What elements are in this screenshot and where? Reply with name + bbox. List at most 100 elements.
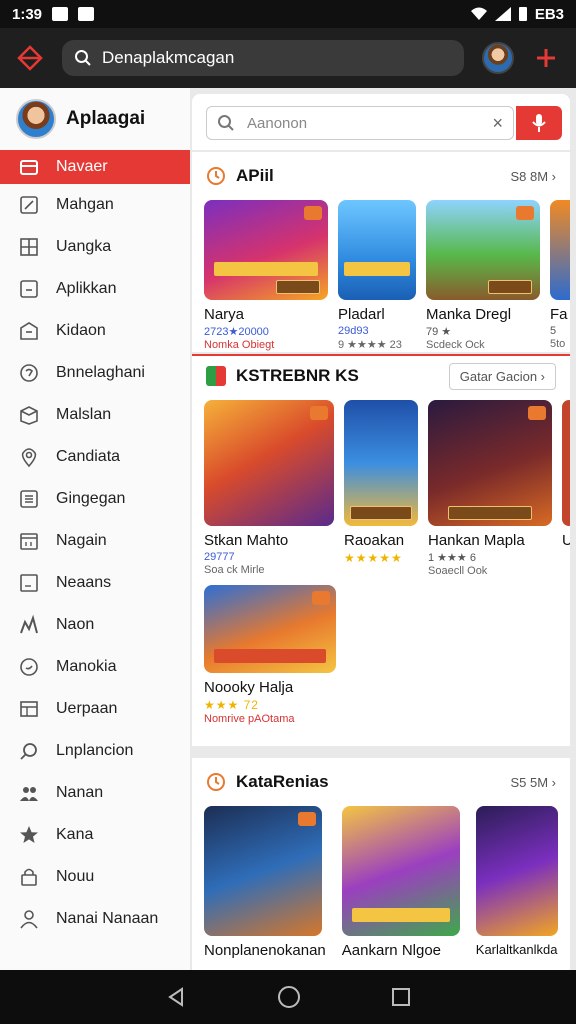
app-rating: 2723★20000 <box>204 326 269 338</box>
app-name: Aankarn Nlgoe <box>341 942 442 959</box>
sidebar-item[interactable]: Nouu <box>0 856 190 898</box>
app-card[interactable]: Manka Dregl 79 ★ Scdeck Ock <box>426 200 540 351</box>
sidebar-item-label: Gingegan <box>56 490 126 507</box>
recents-icon[interactable] <box>391 987 411 1007</box>
top-search-input[interactable]: Denaplakmcagan <box>62 40 464 76</box>
game-thumbnail <box>204 585 336 673</box>
gift-icon <box>206 366 226 386</box>
section-1: APiil S8 8M › Narya 2723★20000 Nomka Obi… <box>192 152 570 352</box>
app-name: Narya <box>204 306 245 323</box>
grid-icon <box>18 236 40 258</box>
top-search-text: Denaplakmcagan <box>102 48 235 67</box>
game-thumbnail <box>344 400 418 526</box>
sidebar-item[interactable]: Mahgan <box>0 184 190 226</box>
app-card[interactable]: Stkan Mahto 29777 Soa ck Mirle <box>204 400 334 577</box>
app-name: Raoakan <box>344 532 405 549</box>
sidebar-item[interactable]: Aplikkan <box>0 268 190 310</box>
app-card[interactable]: Karlaltkanlkda <box>475 806 558 959</box>
app-developer: Nomka Obiegt <box>204 339 275 351</box>
app-card[interactable]: Noooky Halja ★★★ 72 Nomrive pAOtama <box>204 585 336 725</box>
building-icon <box>18 320 40 342</box>
section-1-title: APiil <box>236 166 274 185</box>
app-name: Pladarl <box>338 306 385 323</box>
game-thumbnail <box>341 806 460 936</box>
sidebar-header: Aplaagai <box>0 88 190 150</box>
calendar-icon <box>18 530 40 552</box>
app-rating: 29777 <box>204 551 235 563</box>
note-icon <box>18 572 40 594</box>
search-icon <box>218 115 234 131</box>
sidebar-item-label: Nanai Nanaan <box>56 910 159 927</box>
list-icon <box>18 488 40 510</box>
search-icon <box>75 50 91 66</box>
section-2-title: KSTREBNR KS <box>236 366 359 385</box>
voice-search-button[interactable] <box>516 106 562 140</box>
sidebar-avatar[interactable] <box>16 99 56 139</box>
sidebar-item[interactable]: Bnnelaghani <box>0 352 190 394</box>
sidebar-item[interactable]: Kana <box>0 814 190 856</box>
sidebar-item[interactable]: Uangka <box>0 226 190 268</box>
section-1-header: APiil S8 8M › <box>192 152 570 200</box>
sidebar-item[interactable]: Navaer <box>0 150 190 184</box>
app-name: U <box>562 532 570 549</box>
app-card[interactable]: Fa 5 5to <box>550 200 570 351</box>
app-card[interactable]: Nonplanenokanan <box>204 806 326 959</box>
app-logo-icon[interactable] <box>10 38 50 78</box>
person-icon <box>18 908 40 930</box>
table-icon <box>18 698 40 720</box>
clear-icon[interactable]: × <box>492 113 503 134</box>
sidebar-item[interactable]: Neaans <box>0 562 190 604</box>
battery-text: EB3 <box>534 5 564 23</box>
clock-icon <box>207 773 225 791</box>
sidebar-item[interactable]: Lnplancion <box>0 730 190 772</box>
section-2-more-button[interactable]: Gatar Gacion › <box>448 362 556 390</box>
sidebar-item[interactable]: Manokia <box>0 646 190 688</box>
app-card[interactable]: Pladarl 29d93 9 ★★★★ 23 <box>338 200 416 351</box>
content-search-placeholder: Aanonon <box>247 114 308 132</box>
sidebar-item-label: Uangka <box>56 238 112 255</box>
game-thumbnail <box>428 400 552 526</box>
section-2: KSTREBNR KS Gatar Gacion › Stkan Mahto 2… <box>192 356 570 746</box>
game-thumbnail <box>338 200 416 300</box>
sidebar-item[interactable]: Gingegan <box>0 478 190 520</box>
game-thumbnail <box>550 200 570 300</box>
avatar[interactable] <box>482 42 514 74</box>
app-card[interactable]: Narya 2723★20000 Nomka Obiegt <box>204 200 328 351</box>
sidebar-item[interactable]: Nanan <box>0 772 190 814</box>
app-rating: ★★★★★ <box>344 551 403 565</box>
message-icon <box>78 7 95 21</box>
add-button[interactable] <box>532 44 560 72</box>
sidebar-item[interactable]: Naon <box>0 604 190 646</box>
search-icon <box>18 740 40 762</box>
app-developer: Soa ck Mirle <box>204 564 265 576</box>
sidebar-item-label: Nouu <box>56 868 95 885</box>
content-search-input[interactable]: Aanonon × <box>206 106 514 140</box>
sidebar-item[interactable]: Nagain <box>0 520 190 562</box>
section-3-more-link[interactable]: S5 5M › <box>510 775 556 790</box>
star-icon <box>18 824 40 846</box>
sidebar-item[interactable]: Uerpaan <box>0 688 190 730</box>
sidebar-item-label: Malslan <box>56 406 112 423</box>
sidebar-item-label: Uerpaan <box>56 700 118 717</box>
sidebar-item[interactable]: Candiata <box>0 436 190 478</box>
back-icon[interactable] <box>165 986 187 1008</box>
app-icon <box>18 278 40 300</box>
app-card[interactable]: Hankan Mapla 1 ★★★ 6 Soaecll Ook <box>428 400 552 577</box>
system-nav-bar <box>0 970 576 1024</box>
clock-icon <box>18 656 40 678</box>
sidebar-item[interactable]: Kidaon <box>0 310 190 352</box>
sidebar-item[interactable]: Malslan <box>0 394 190 436</box>
app-card[interactable]: U <box>562 400 570 577</box>
sidebar-item[interactable]: Nanai Nanaan <box>0 898 190 940</box>
sidebar-item-label: Manokia <box>56 658 117 675</box>
app-card[interactable]: Raoakan ★★★★★ <box>344 400 418 577</box>
app-card[interactable]: Aankarn Nlgoe <box>341 806 460 959</box>
sidebar: Aplaagai Navaer Mahgan Uangka Aplikkan Kidao… <box>0 88 190 970</box>
status-time: 1:39 <box>12 5 43 23</box>
section-1-more-link[interactable]: S8 8M › <box>510 169 556 184</box>
signal-icon <box>494 7 511 21</box>
app-rating: 1 ★★★ 6 <box>428 552 476 564</box>
home-icon[interactable] <box>277 985 301 1009</box>
section-3: KataRenias S5 5M › Nonplanenokanan Aanka… <box>192 758 570 970</box>
lock-icon <box>18 866 40 888</box>
